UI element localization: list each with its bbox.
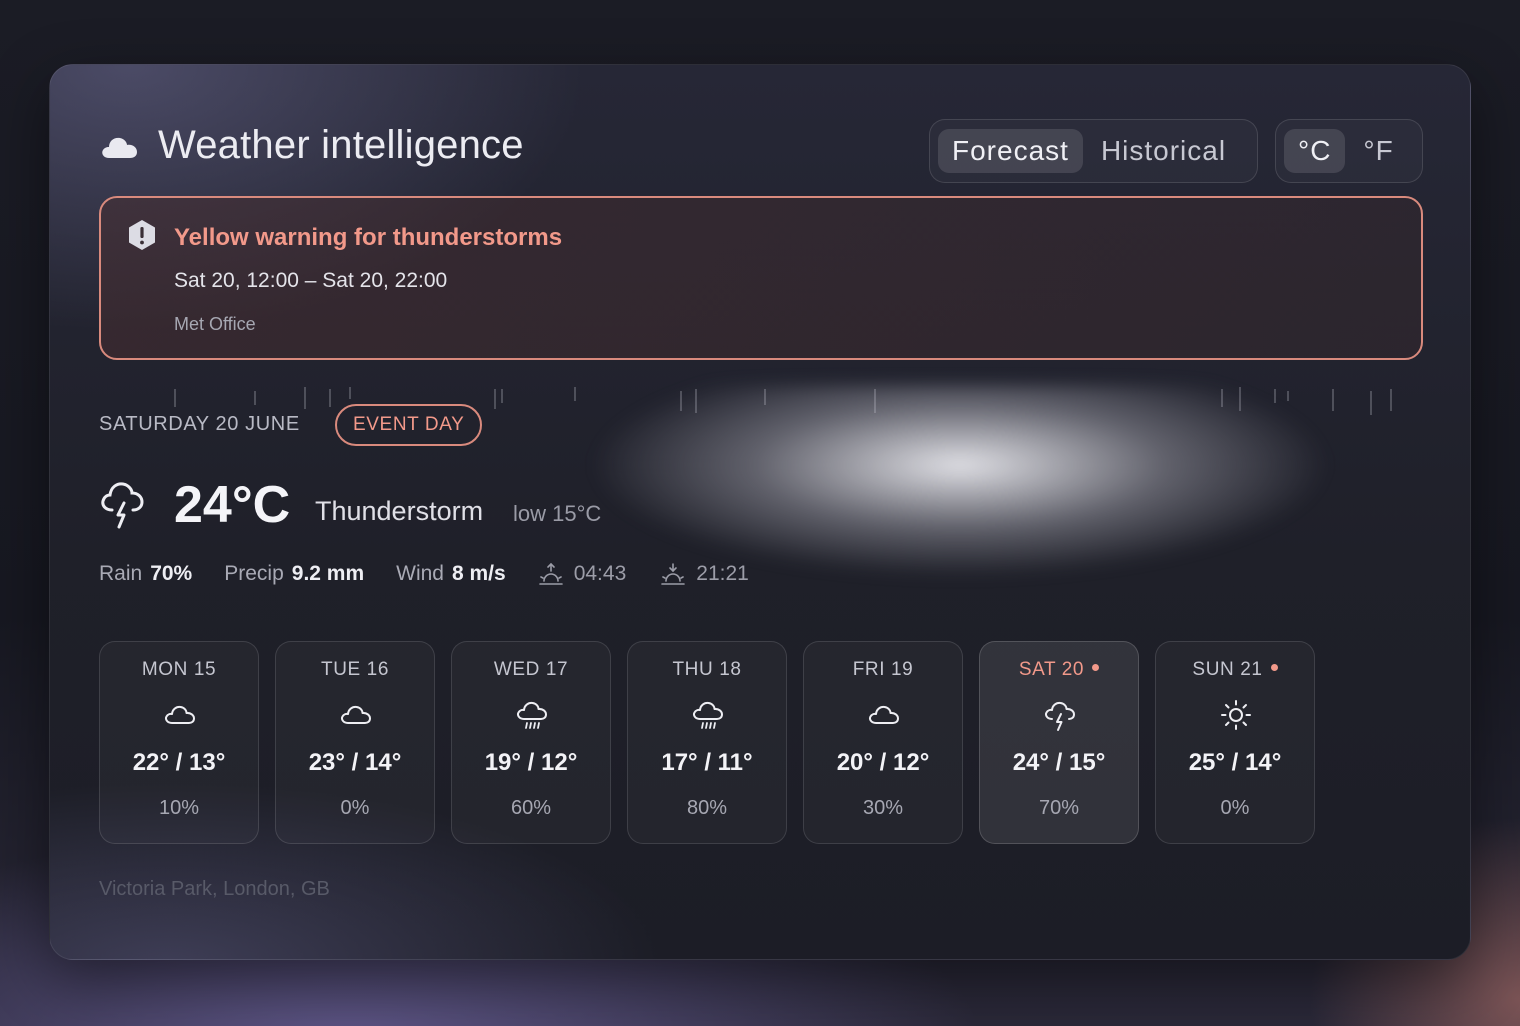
low-temperature: low 15°C xyxy=(513,501,602,526)
sunrise-icon xyxy=(538,562,563,585)
day-card-tue[interactable]: TUE 16 23° / 14° 0% xyxy=(275,641,435,844)
precip-label: Precip xyxy=(224,562,284,585)
location-label: Victoria Park, London, GB xyxy=(99,878,330,900)
day-card-mon[interactable]: MON 15 22° / 13° 10% xyxy=(99,641,259,844)
rain-stat: Rain 70% xyxy=(99,562,192,586)
day-rain-chance: 10% xyxy=(158,797,200,819)
precip-stat: Precip 9.2 mm xyxy=(224,562,364,586)
precip-value: 9.2 mm xyxy=(291,562,365,585)
unit-toggle: °C °F xyxy=(1275,119,1423,183)
sunset-time: 21:21 xyxy=(696,562,749,585)
current-condition: Thunderstorm xyxy=(315,496,484,526)
day-rain-chance: 60% xyxy=(510,797,552,819)
today-stats: Rain 70% Precip 9.2 mm Wind 8 m/s 04:43 xyxy=(99,561,783,587)
wind-stat: Wind 8 m/s xyxy=(396,562,506,586)
rain-label: Rain xyxy=(99,562,143,585)
cloud-icon xyxy=(341,705,371,724)
cloud-icon xyxy=(165,705,195,724)
tab-historical[interactable]: Historical xyxy=(1087,129,1240,173)
wind-label: Wind xyxy=(396,562,444,585)
day-rain-chance: 0% xyxy=(1220,797,1250,819)
day-temps: 23° / 14° xyxy=(308,749,402,776)
sunset: 21:21 xyxy=(660,561,749,587)
rain-icon xyxy=(517,701,547,729)
day-name: FRI 19 xyxy=(852,659,914,680)
wind-value: 8 m/s xyxy=(452,562,506,585)
day-temps: 25° / 14° xyxy=(1188,749,1282,776)
day-name: SAT 20 xyxy=(1018,659,1085,680)
day-temps: 17° / 11° xyxy=(661,749,753,776)
alert-source: Met Office xyxy=(174,314,256,334)
sunrise: 04:43 xyxy=(538,561,627,587)
day-temps: 22° / 13° xyxy=(132,749,226,776)
day-temps: 20° / 12° xyxy=(836,749,930,776)
thunderstorm-icon xyxy=(1045,701,1075,731)
day-temps: 24° / 15° xyxy=(1012,749,1106,776)
day-rain-chance: 0% xyxy=(340,797,370,819)
weather-card: Weather intelligence Forecast Historical… xyxy=(49,64,1471,960)
day-card-thu[interactable]: THU 18 17° / 11° 80% xyxy=(627,641,787,844)
unit-celsius[interactable]: °C xyxy=(1284,129,1346,173)
rain-streaks xyxy=(174,387,1392,415)
cloud-icon xyxy=(102,137,137,158)
day-name-alert: SUN 21 xyxy=(1156,659,1314,681)
day-rain-chance: 80% xyxy=(686,797,728,819)
day-name-alert: SAT 20 xyxy=(980,659,1138,681)
day-name: THU 18 xyxy=(672,659,742,680)
current-temperature: 24°C xyxy=(174,476,291,534)
day-name: SUN 21 xyxy=(1192,659,1263,680)
day-card-sun[interactable]: SUN 21 25° / 14° 0% xyxy=(1155,641,1315,844)
event-day-badge: EVENT DAY xyxy=(335,404,483,446)
page-title: Weather intelligence xyxy=(158,123,524,167)
day-name: TUE 16 xyxy=(320,659,389,680)
day-temps: 19° / 12° xyxy=(484,749,578,776)
sun-icon xyxy=(1221,700,1251,730)
mode-toggle: Forecast Historical xyxy=(929,119,1258,183)
day-card-sat[interactable]: SAT 20 24° / 15° 70% xyxy=(979,641,1139,844)
cloud-icon xyxy=(869,705,899,724)
today-date: SATURDAY 20 JUNE xyxy=(99,413,300,435)
rain-value: 70% xyxy=(150,562,193,585)
day-name: MON 15 xyxy=(141,659,217,680)
alert-dot xyxy=(1092,664,1100,672)
sunset-icon xyxy=(661,563,686,585)
weather-alert: Yellow warning for thunderstorms Sat 20,… xyxy=(99,196,1423,360)
alert-title: Yellow warning for thunderstorms xyxy=(174,224,563,251)
rain-icon xyxy=(693,701,723,729)
day-card-wed[interactable]: WED 17 19° / 12° 60% xyxy=(451,641,611,844)
warning-icon xyxy=(129,220,155,250)
alert-time: Sat 20, 12:00 – Sat 20, 22:00 xyxy=(174,269,448,292)
day-rain-chance: 30% xyxy=(862,797,904,819)
daily-forecast: MON 15 22° / 13° 10% TUE 16 23° / 14° 0%… xyxy=(99,641,1315,844)
tab-forecast[interactable]: Forecast xyxy=(938,129,1083,173)
day-name: WED 17 xyxy=(493,659,569,680)
alert-dot xyxy=(1270,664,1278,672)
day-rain-chance: 70% xyxy=(1038,797,1080,819)
day-card-fri[interactable]: FRI 19 20° / 12° 30% xyxy=(803,641,963,844)
sunrise-time: 04:43 xyxy=(573,562,627,585)
thunderstorm-icon xyxy=(101,482,144,529)
header: Weather intelligence xyxy=(100,123,524,168)
unit-fahrenheit[interactable]: °F xyxy=(1349,129,1407,173)
